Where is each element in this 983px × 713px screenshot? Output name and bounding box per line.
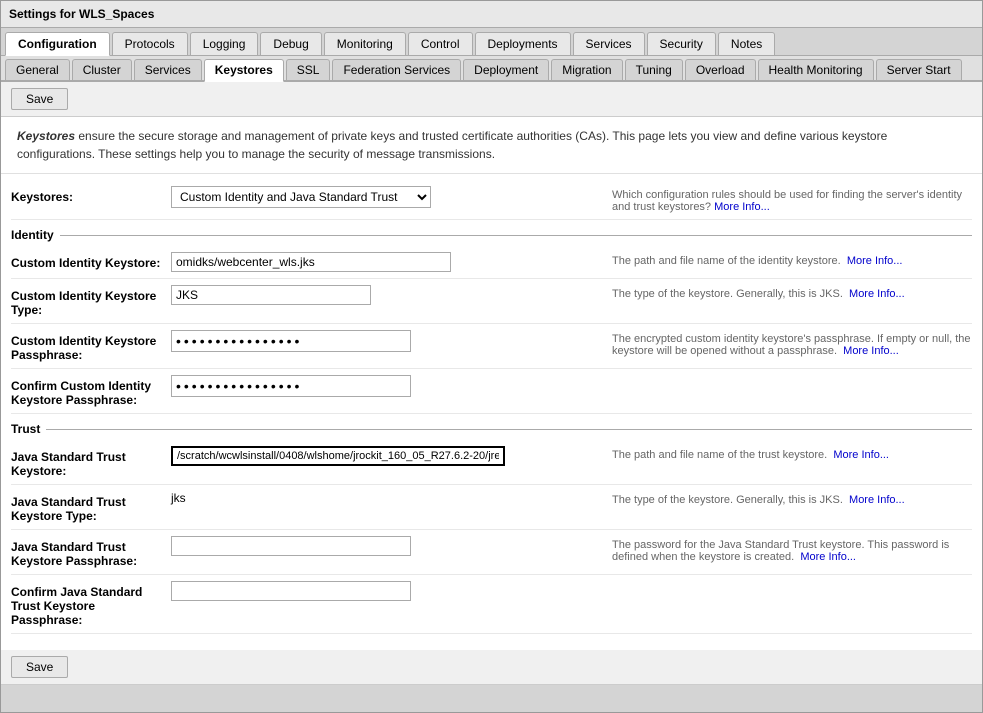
- java-standard-trust-passphrase-more-info[interactable]: More Info...: [800, 551, 856, 563]
- custom-identity-passphrase-input-area: [171, 330, 612, 352]
- keystores-row: Keystores: Custom Identity and Java Stan…: [11, 180, 972, 220]
- custom-identity-passphrase-more-info[interactable]: More Info...: [843, 345, 899, 357]
- tab-services[interactable]: Services: [573, 32, 645, 55]
- confirm-java-standard-trust-passphrase-input[interactable]: [171, 581, 411, 601]
- trust-path-box: [171, 446, 505, 466]
- keystores-more-info[interactable]: More Info...: [714, 201, 770, 213]
- subtab-deployment[interactable]: Deployment: [463, 59, 549, 80]
- tab-monitoring[interactable]: Monitoring: [324, 32, 406, 55]
- keystores-label: Keystores:: [11, 186, 171, 204]
- confirm-java-standard-trust-passphrase-label: Confirm Java Standard Trust Keystore Pas…: [11, 581, 171, 627]
- save-button-top[interactable]: Save: [11, 88, 68, 110]
- java-standard-trust-keystore-type-value: jks: [171, 491, 186, 505]
- custom-identity-keystore-type-input[interactable]: [171, 285, 371, 305]
- subtab-migration[interactable]: Migration: [551, 59, 622, 80]
- custom-identity-keystore-type-label: Custom Identity Keystore Type:: [11, 285, 171, 317]
- custom-identity-passphrase-row: Custom Identity Keystore Passphrase: The…: [11, 324, 972, 369]
- java-standard-trust-passphrase-row: Java Standard Trust Keystore Passphrase:…: [11, 530, 972, 575]
- custom-identity-keystore-more-info[interactable]: More Info...: [847, 255, 903, 267]
- custom-identity-passphrase-help: The encrypted custom identity keystore's…: [612, 330, 972, 357]
- java-standard-trust-keystore-type-row: Java Standard Trust Keystore Type: jks T…: [11, 485, 972, 530]
- java-standard-trust-keystore-row: Java Standard Trust Keystore: The path a…: [11, 440, 972, 485]
- top-tab-bar: Configuration Protocols Logging Debug Mo…: [1, 28, 982, 56]
- java-standard-trust-passphrase-label: Java Standard Trust Keystore Passphrase:: [11, 536, 171, 568]
- custom-identity-passphrase-input[interactable]: [171, 330, 411, 352]
- subtab-services[interactable]: Services: [134, 59, 202, 80]
- custom-identity-keystore-input-area: [171, 252, 612, 272]
- custom-identity-keystore-label: Custom Identity Keystore:: [11, 252, 171, 270]
- tab-debug[interactable]: Debug: [260, 32, 321, 55]
- save-button-bottom[interactable]: Save: [11, 656, 68, 678]
- custom-identity-keystore-type-input-area: [171, 285, 612, 305]
- custom-identity-keystore-type-help: The type of the keystore. Generally, thi…: [612, 285, 972, 300]
- java-standard-trust-keystore-more-info[interactable]: More Info...: [833, 449, 889, 461]
- subtab-general[interactable]: General: [5, 59, 70, 80]
- tab-control[interactable]: Control: [408, 32, 473, 55]
- description-italic: Keystores: [17, 129, 75, 143]
- java-standard-trust-passphrase-input[interactable]: [171, 536, 411, 556]
- java-standard-trust-keystore-label: Java Standard Trust Keystore:: [11, 446, 171, 478]
- confirm-custom-identity-passphrase-input-area: [171, 375, 612, 397]
- keystores-input-area: Custom Identity and Java Standard Trust …: [171, 186, 612, 208]
- confirm-custom-identity-passphrase-help: [612, 375, 972, 378]
- sub-tab-bar: General Cluster Services Keystores SSL F…: [1, 56, 982, 82]
- java-standard-trust-keystore-type-help: The type of the keystore. Generally, thi…: [612, 491, 972, 506]
- subtab-federation-services[interactable]: Federation Services: [332, 59, 461, 80]
- java-standard-trust-passphrase-input-area: [171, 536, 612, 556]
- description-box: Keystores ensure the secure storage and …: [1, 117, 982, 174]
- subtab-health-monitoring[interactable]: Health Monitoring: [758, 59, 874, 80]
- tab-configuration[interactable]: Configuration: [5, 32, 110, 56]
- custom-identity-keystore-type-more-info[interactable]: More Info...: [849, 288, 905, 300]
- java-standard-trust-keystore-type-more-info[interactable]: More Info...: [849, 494, 905, 506]
- subtab-cluster[interactable]: Cluster: [72, 59, 132, 80]
- identity-section-label: Identity: [11, 228, 60, 242]
- description-text: ensure the secure storage and management…: [17, 129, 887, 161]
- confirm-custom-identity-passphrase-row: Confirm Custom Identity Keystore Passphr…: [11, 369, 972, 414]
- tab-logging[interactable]: Logging: [190, 32, 259, 55]
- subtab-keystores[interactable]: Keystores: [204, 59, 284, 82]
- tab-notes[interactable]: Notes: [718, 32, 775, 55]
- window-title: Settings for WLS_Spaces: [9, 7, 154, 21]
- java-standard-trust-keystore-input[interactable]: [173, 448, 503, 464]
- custom-identity-keystore-row: Custom Identity Keystore: The path and f…: [11, 246, 972, 279]
- subtab-ssl[interactable]: SSL: [286, 59, 331, 80]
- custom-identity-keystore-input[interactable]: [171, 252, 451, 272]
- trust-divider-line: [46, 429, 972, 430]
- java-standard-trust-passphrase-help: The password for the Java Standard Trust…: [612, 536, 972, 563]
- confirm-custom-identity-passphrase-label: Confirm Custom Identity Keystore Passphr…: [11, 375, 171, 407]
- form-area: Keystores: Custom Identity and Java Stan…: [1, 174, 982, 640]
- content-area: Save Keystores ensure the secure storage…: [1, 82, 982, 685]
- trust-section-label: Trust: [11, 422, 46, 436]
- bottom-save-bar: Save: [1, 650, 982, 685]
- java-standard-trust-keystore-type-label: Java Standard Trust Keystore Type:: [11, 491, 171, 523]
- confirm-java-standard-trust-passphrase-row: Confirm Java Standard Trust Keystore Pas…: [11, 575, 972, 634]
- subtab-overload[interactable]: Overload: [685, 59, 756, 80]
- java-standard-trust-keystore-input-area: [171, 446, 612, 466]
- confirm-custom-identity-passphrase-input[interactable]: [171, 375, 411, 397]
- java-standard-trust-keystore-help: The path and file name of the trust keys…: [612, 446, 972, 461]
- custom-identity-keystore-type-row: Custom Identity Keystore Type: The type …: [11, 279, 972, 324]
- subtab-tuning[interactable]: Tuning: [625, 59, 683, 80]
- java-standard-trust-keystore-type-value-area: jks: [171, 491, 612, 505]
- top-save-bar: Save: [1, 82, 982, 117]
- tab-security[interactable]: Security: [647, 32, 716, 55]
- identity-section-divider: Identity: [11, 228, 972, 242]
- main-window: Settings for WLS_Spaces Configuration Pr…: [0, 0, 983, 713]
- keystores-help: Which configuration rules should be used…: [612, 186, 972, 213]
- keystores-select[interactable]: Custom Identity and Java Standard Trust …: [171, 186, 431, 208]
- subtab-server-start[interactable]: Server Start: [876, 59, 962, 80]
- tab-deployments[interactable]: Deployments: [475, 32, 571, 55]
- trust-section-divider: Trust: [11, 422, 972, 436]
- identity-divider-line: [60, 235, 972, 236]
- confirm-java-standard-trust-passphrase-input-area: [171, 581, 612, 601]
- tab-protocols[interactable]: Protocols: [112, 32, 188, 55]
- custom-identity-passphrase-label: Custom Identity Keystore Passphrase:: [11, 330, 171, 362]
- custom-identity-keystore-help: The path and file name of the identity k…: [612, 252, 972, 267]
- title-bar: Settings for WLS_Spaces: [1, 1, 982, 28]
- confirm-java-standard-trust-passphrase-help: [612, 581, 972, 584]
